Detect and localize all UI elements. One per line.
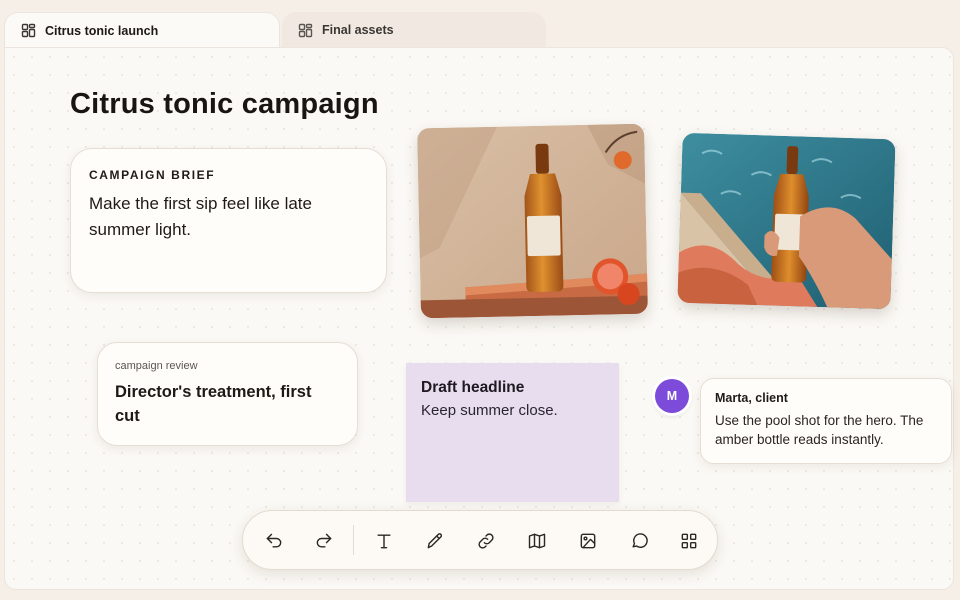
page-title: Citrus tonic campaign — [70, 88, 379, 120]
tab-final-assets[interactable]: Final assets — [282, 12, 546, 48]
campaign-review-card[interactable]: campaign review Director's treatment, fi… — [97, 342, 358, 446]
text-icon — [377, 534, 391, 549]
map-tool-button[interactable] — [520, 524, 554, 558]
undo-icon — [266, 533, 282, 548]
photo-bottle-plinth — [417, 123, 648, 319]
card-title: Director's treatment, first cut — [115, 383, 312, 425]
pen-tool-button[interactable] — [418, 524, 452, 558]
tab-bar: Citrus tonic launch Final assets — [0, 0, 960, 48]
comment-icon — [632, 533, 648, 548]
tab-citrus-tonic-launch[interactable]: Citrus tonic launch — [4, 12, 280, 48]
sticky-heading: Draft headline — [421, 379, 525, 396]
redo-icon — [316, 533, 332, 548]
map-icon — [528, 533, 546, 549]
text-tool-button[interactable] — [367, 524, 401, 558]
board-canvas[interactable]: Citrus tonic campaign CAMPAIGN BRIEF Mak… — [4, 47, 954, 590]
campaign-brief-card[interactable]: CAMPAIGN BRIEF Make the first sip feel l… — [70, 148, 387, 293]
grid-icon — [681, 533, 697, 549]
comment-author: Marta, client — [715, 391, 788, 405]
board-icon — [21, 23, 36, 38]
image-icon — [580, 533, 596, 549]
pen-icon — [427, 533, 442, 549]
sticky-note[interactable]: Draft headline Keep summer close. — [406, 363, 619, 502]
tab-label: Citrus tonic launch — [45, 23, 159, 38]
bottom-toolbar — [242, 510, 718, 570]
apps-tool-button[interactable] — [672, 524, 706, 558]
product-photo-pool[interactable] — [677, 132, 896, 310]
tab-label: Final assets — [322, 23, 394, 37]
link-tool-button[interactable] — [469, 524, 503, 558]
link-icon — [478, 533, 494, 549]
comment-card[interactable]: Marta, client Use the pool shot for the … — [700, 378, 952, 464]
sticky-body: Keep summer close. — [421, 402, 558, 419]
image-tool-button[interactable] — [571, 524, 605, 558]
undo-button[interactable] — [257, 524, 291, 558]
comment-tool-button[interactable] — [622, 524, 656, 558]
photo-bottle-pool — [677, 132, 896, 310]
comment-text: Use the pool shot for the hero. The ambe… — [715, 413, 924, 447]
toolbar-divider — [353, 525, 354, 555]
card-kicker: CAMPAIGN BRIEF — [89, 168, 216, 182]
card-text: Make the first sip feel like late summer… — [89, 194, 312, 239]
redo-button[interactable] — [307, 524, 341, 558]
card-kicker: campaign review — [115, 360, 198, 372]
board-icon — [298, 23, 313, 37]
avatar[interactable]: M — [655, 379, 689, 413]
product-photo-plinth[interactable] — [417, 123, 648, 319]
